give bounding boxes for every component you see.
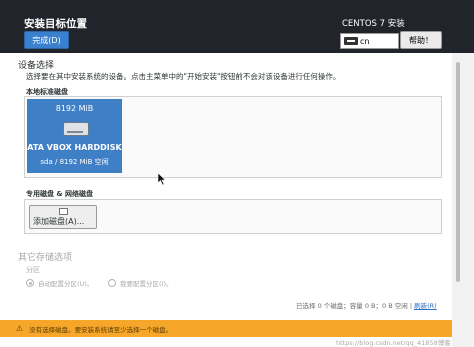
header-bar: 安装目标位置 完成(D) CENTOS 7 安装 cn 帮助！ (0, 0, 474, 53)
warning-bar[interactable]: ⚠ 没有选择磁盘。要安装系统请至少选择一个磁盘。 (0, 320, 452, 337)
hard-disk-icon (63, 122, 89, 136)
add-disk-icon (59, 208, 68, 215)
watermark: https://blog.csdn.net/qq_41858博客 (336, 339, 451, 347)
warning-icon: ⚠ (16, 324, 24, 333)
scrollbar-thumb[interactable] (456, 62, 460, 282)
keyboard-layout-indicator[interactable]: cn (340, 33, 399, 49)
add-disk-label: 添加磁盘(A)... (33, 217, 85, 226)
special-disks-label: 专用磁盘 & 网络磁盘 (26, 190, 93, 198)
disk-detail: sda / 8192 MiB 空闲 (40, 158, 109, 166)
auto-partition-option[interactable]: 自动配置分区(U)。 (26, 278, 93, 288)
disk-size: 8192 MiB (55, 104, 94, 113)
radio-button-checked[interactable] (26, 279, 34, 287)
selection-summary: 已选择 0 个磁盘；容量 0 B；0 B 空闲 | 刷新(R) (296, 302, 437, 310)
device-selection-title: 设备选择 (18, 61, 55, 71)
summary-text: 已选择 0 个磁盘；容量 0 B；0 B 空闲 (296, 302, 408, 310)
radio-button[interactable] (108, 279, 116, 287)
mouse-pointer-icon (158, 173, 166, 185)
manual-partition-option[interactable]: 我要配置分区(I)。 (108, 278, 173, 288)
auto-partition-label: 自动配置分区(U)。 (38, 280, 94, 288)
add-disk-button[interactable]: 添加磁盘(A)... (29, 205, 97, 229)
keyboard-layout-label: cn (360, 36, 370, 46)
disk-name: ATA VBOX HARDDISK (27, 143, 122, 152)
other-storage-title: 其它存储选项 (18, 253, 73, 263)
partition-label: 分区 (26, 266, 40, 274)
product-title: CENTOS 7 安装 (342, 19, 405, 29)
warning-text: 没有选择磁盘。要安装系统请至少选择一个磁盘。 (29, 325, 173, 334)
refresh-link[interactable]: 刷新(R) (414, 302, 437, 310)
page-title: 安装目标位置 (24, 18, 87, 30)
done-button[interactable]: 完成(D) (24, 31, 69, 49)
help-button[interactable]: 帮助！ (400, 31, 442, 49)
disk-card-sda[interactable]: 8192 MiB ATA VBOX HARDDISK sda / 8192 Mi… (27, 99, 122, 173)
device-selection-description: 选择要在其中安装系统的设备。点击主菜单中的"开始安装"按钮前不会对该设备进行任何… (26, 72, 341, 81)
keyboard-icon (344, 37, 358, 45)
manual-partition-label: 我要配置分区(I)。 (120, 280, 173, 288)
